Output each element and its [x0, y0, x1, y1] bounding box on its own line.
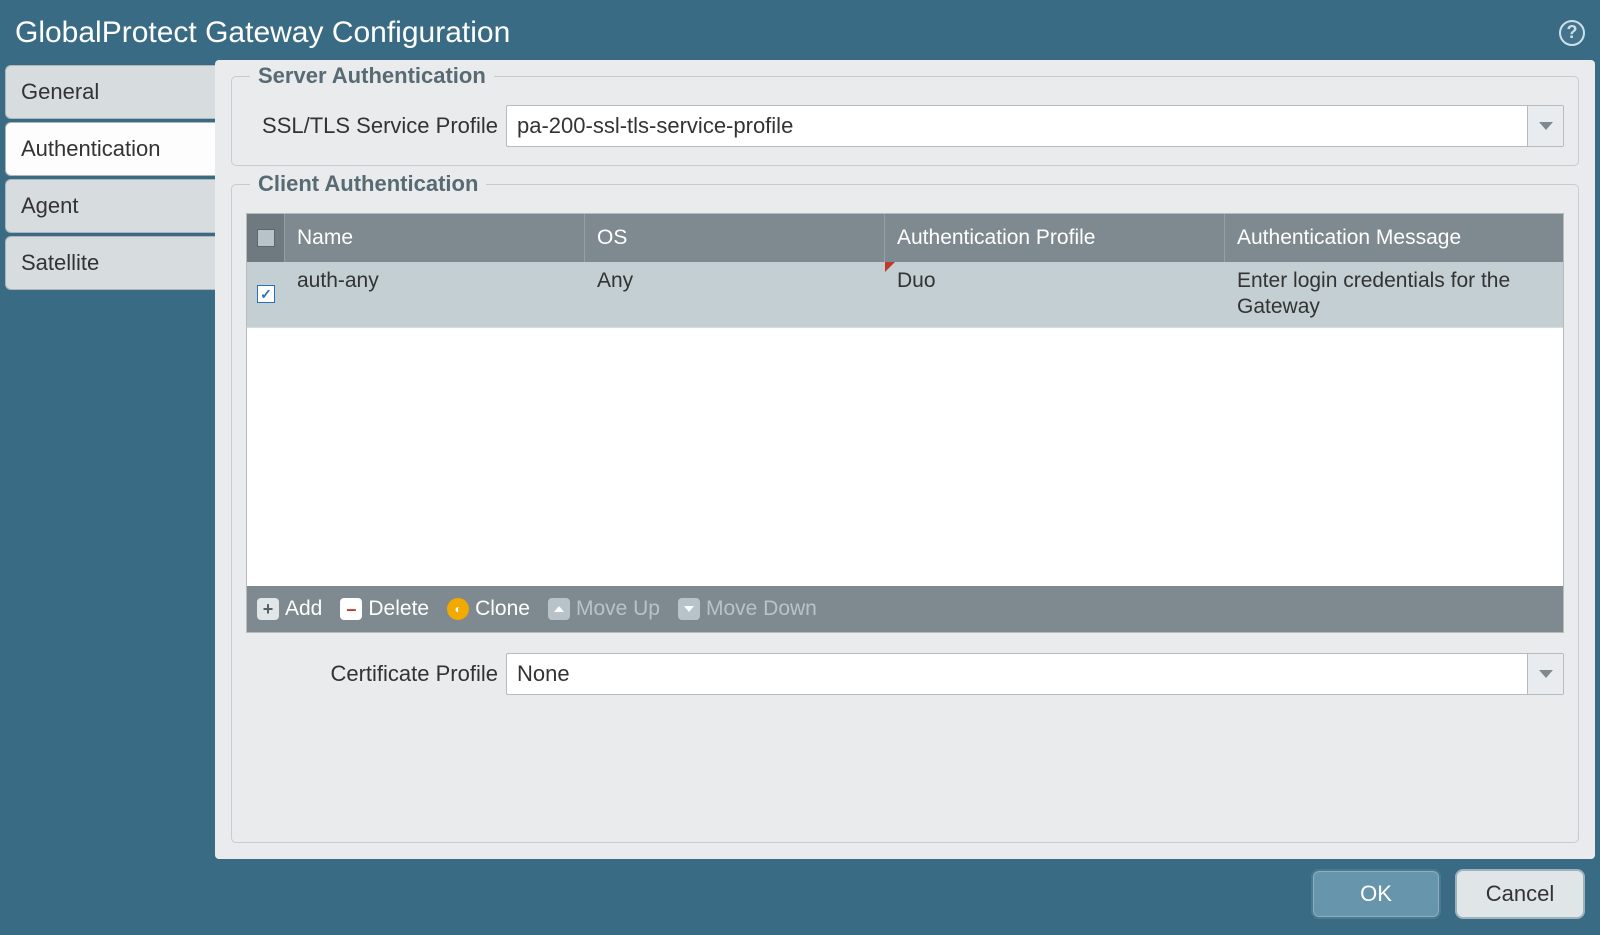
main-panel: Server Authentication SSL/TLS Service Pr…: [215, 60, 1595, 859]
row-checkbox-cell[interactable]: ✓: [247, 262, 285, 327]
minus-icon: –: [340, 598, 362, 620]
column-header-name[interactable]: Name: [285, 214, 585, 262]
cancel-button[interactable]: Cancel: [1455, 869, 1585, 919]
add-button[interactable]: + Add: [257, 597, 322, 621]
sidebar: General Authentication Agent Satellite: [5, 60, 215, 859]
header-checkbox-cell[interactable]: [247, 214, 285, 262]
table-body: ✓ auth-any Any Duo Enter login credentia…: [247, 262, 1563, 586]
modified-indicator-icon: [885, 262, 895, 272]
ssl-profile-row: SSL/TLS Service Profile pa-200-ssl-tls-s…: [246, 105, 1564, 147]
sidebar-tab-satellite[interactable]: Satellite: [5, 236, 215, 290]
certificate-profile-row: Certificate Profile None: [246, 653, 1564, 695]
row-checkbox[interactable]: ✓: [257, 285, 275, 303]
help-icon[interactable]: ?: [1559, 20, 1585, 46]
certificate-profile-value: None: [507, 654, 1527, 694]
sidebar-tab-authentication[interactable]: Authentication: [5, 122, 215, 176]
add-button-label: Add: [285, 597, 322, 621]
certificate-profile-dropdown[interactable]: None: [506, 653, 1564, 695]
column-header-auth-profile[interactable]: Authentication Profile: [885, 214, 1225, 262]
cell-auth-message: Enter login credentials for the Gateway: [1225, 262, 1563, 327]
ssl-profile-value: pa-200-ssl-tls-service-profile: [507, 106, 1527, 146]
delete-button[interactable]: – Delete: [340, 597, 429, 621]
dialog-footer: OK Cancel: [5, 859, 1595, 935]
ssl-profile-label: SSL/TLS Service Profile: [246, 113, 506, 139]
dialog-body: General Authentication Agent Satellite S…: [5, 60, 1595, 859]
table-header: Name OS Authentication Profile Authentic…: [247, 214, 1563, 262]
table-toolbar: + Add – Delete ◐ Clone: [247, 586, 1563, 632]
certificate-profile-label: Certificate Profile: [246, 661, 506, 687]
sidebar-tab-general[interactable]: General: [5, 65, 215, 119]
window-title: GlobalProtect Gateway Configuration: [15, 16, 510, 50]
arrow-down-icon: [678, 598, 700, 620]
move-down-button-label: Move Down: [706, 597, 817, 621]
ssl-profile-dropdown[interactable]: pa-200-ssl-tls-service-profile: [506, 105, 1564, 147]
chevron-down-icon: [1539, 670, 1553, 678]
table-row[interactable]: ✓ auth-any Any Duo Enter login credentia…: [247, 262, 1563, 328]
arrow-up-icon: [548, 598, 570, 620]
move-up-button-label: Move Up: [576, 597, 660, 621]
clone-button[interactable]: ◐ Clone: [447, 597, 530, 621]
client-auth-table: Name OS Authentication Profile Authentic…: [246, 213, 1564, 633]
clone-button-label: Clone: [475, 597, 530, 621]
select-all-checkbox[interactable]: [257, 229, 275, 247]
plus-icon: +: [257, 598, 279, 620]
client-authentication-legend: Client Authentication: [250, 171, 486, 197]
dialog-window: GlobalProtect Gateway Configuration ? Ge…: [0, 0, 1600, 935]
client-authentication-group: Client Authentication Name OS Authentica…: [231, 184, 1579, 843]
titlebar: GlobalProtect Gateway Configuration ?: [5, 5, 1595, 60]
move-up-button: Move Up: [548, 597, 660, 621]
server-authentication-legend: Server Authentication: [250, 63, 494, 89]
delete-button-label: Delete: [368, 597, 429, 621]
server-authentication-group: Server Authentication SSL/TLS Service Pr…: [231, 76, 1579, 166]
move-down-button: Move Down: [678, 597, 817, 621]
ok-button[interactable]: OK: [1311, 869, 1441, 919]
clone-icon: ◐: [447, 598, 469, 620]
chevron-down-icon: [1539, 122, 1553, 130]
cell-name: auth-any: [285, 262, 585, 327]
ssl-profile-dropdown-button[interactable]: [1527, 106, 1563, 146]
certificate-profile-dropdown-button[interactable]: [1527, 654, 1563, 694]
column-header-os[interactable]: OS: [585, 214, 885, 262]
sidebar-tab-agent[interactable]: Agent: [5, 179, 215, 233]
cell-os: Any: [585, 262, 885, 327]
cell-auth-profile: Duo: [885, 262, 1225, 327]
column-header-auth-message[interactable]: Authentication Message: [1225, 214, 1563, 262]
